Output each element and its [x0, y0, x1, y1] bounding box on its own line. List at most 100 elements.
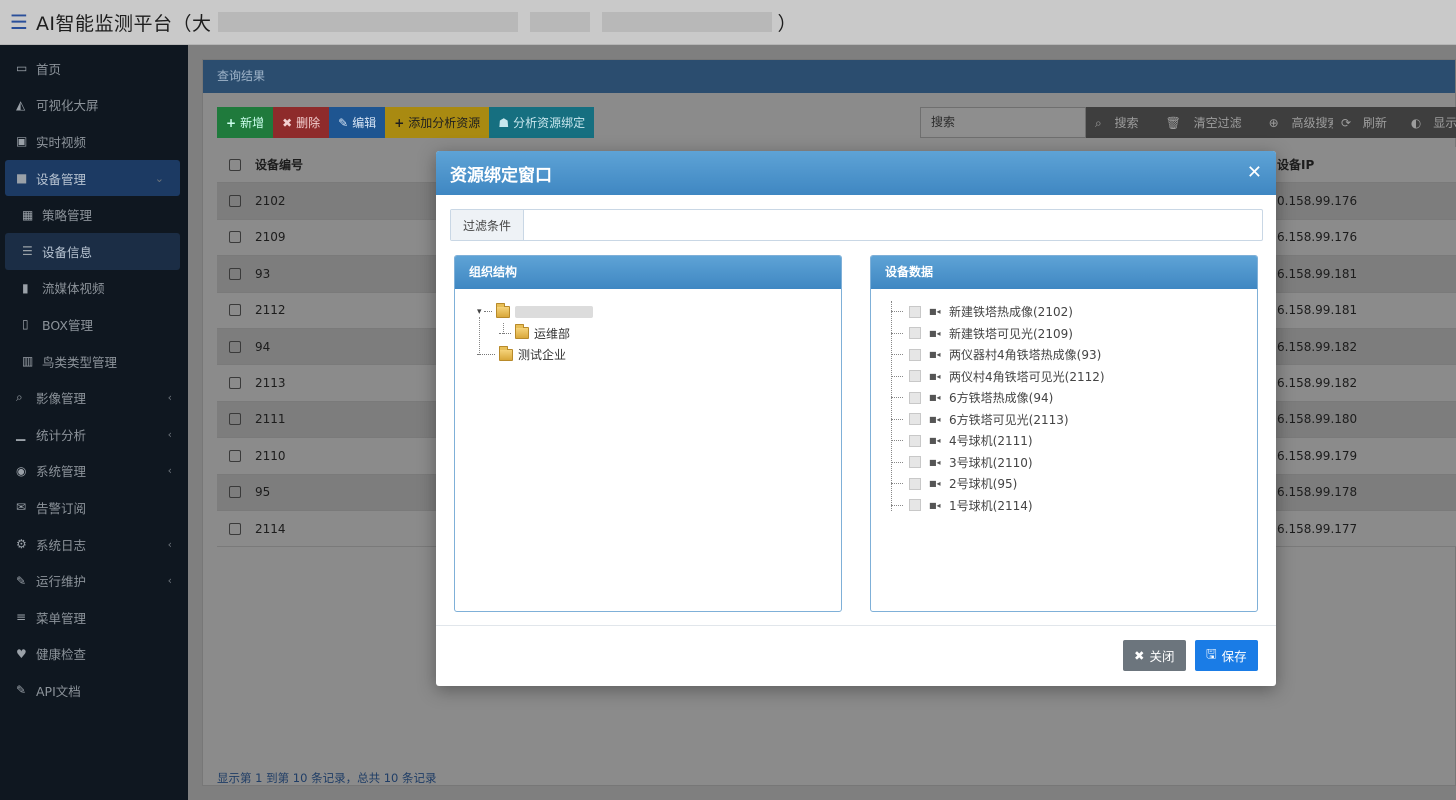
sidebar-item-label: BOX管理	[42, 317, 93, 333]
toolbar: + 新增 ✖ 删除 ✎ 编辑 + 添加分析资源 ☗ 分析资源绑定	[217, 107, 595, 138]
hamburger-menu-icon[interactable]: ☰	[10, 10, 28, 34]
close-button[interactable]: ✖ 关闭	[1123, 640, 1186, 671]
sidebar-item[interactable]: ⌕ 影像管理 ‹	[0, 379, 188, 416]
video-camera-icon: ■	[16, 171, 28, 186]
sidebar-item[interactable]: ▦ 策略管理	[0, 196, 188, 233]
filter-input[interactable]	[524, 210, 1262, 240]
device-item[interactable]: ■◂ 两仪村4角铁塔可见光(2112)	[871, 366, 1257, 388]
device-item[interactable]: ■◂ 3号球机(2110)	[871, 452, 1257, 474]
bind-resource-button[interactable]: ☗ 分析资源绑定	[489, 107, 595, 138]
cell-device-ip: 0.158.99.176	[1277, 194, 1358, 209]
row-checkbox[interactable]	[229, 449, 241, 462]
device-item[interactable]: ■◂ 两仪器村4角铁塔热成像(93)	[871, 344, 1257, 366]
sidebar-item[interactable]: ▁ 统计分析 ‹	[0, 416, 188, 453]
org-node-ops[interactable]: 运维部	[477, 322, 841, 345]
sidebar-item[interactable]: ✉ 告警订阅	[0, 489, 188, 526]
org-node-root[interactable]: ▾	[477, 301, 841, 323]
sidebar-item[interactable]: ◉ 系统管理 ‹	[0, 453, 188, 490]
sidebar-item-label: 系统管理	[36, 464, 87, 480]
folder-icon	[515, 324, 529, 340]
cell-device-no: 2113	[255, 376, 286, 391]
box-icon: ▯	[22, 317, 29, 332]
device-item[interactable]: ■◂ 4号球机(2111)	[871, 430, 1257, 452]
video-camera-icon: ■◂	[929, 307, 941, 317]
device-checkbox[interactable]	[909, 391, 921, 404]
search-button[interactable]: ⌕ 搜索	[1086, 114, 1157, 131]
video-camera-icon: ■◂	[929, 371, 941, 381]
cell-device-no: 95	[255, 485, 271, 500]
row-checkbox[interactable]	[229, 340, 241, 353]
sidebar-item[interactable]: ◭ 可视化大屏	[0, 87, 188, 124]
sidebar-item[interactable]: ▮ 流媒体视频	[0, 270, 188, 307]
select-all-checkbox[interactable]	[229, 158, 241, 171]
device-item[interactable]: ■◂ 6方铁塔热成像(94)	[871, 387, 1257, 409]
col-header-device-ip[interactable]: 设备IP	[1277, 156, 1314, 173]
device-label: 新建铁塔可见光(2109)	[949, 326, 1073, 341]
device-checkbox[interactable]	[909, 477, 921, 490]
sidebar-item[interactable]: ▣ 实时视频	[0, 123, 188, 160]
row-checkbox[interactable]	[229, 304, 241, 317]
sidebar-item-label: 健康检查	[36, 647, 87, 663]
clear-filter-button[interactable]: 🗑 清空过滤	[1157, 114, 1260, 131]
cell-device-ip: 6.158.99.181	[1277, 303, 1358, 318]
sidebar-item[interactable]: ✎ API文档	[0, 672, 188, 709]
redacted-org-name	[514, 305, 593, 318]
device-item[interactable]: ■◂ 1号球机(2114)	[871, 495, 1257, 517]
chevron-icon: ‹	[167, 574, 172, 588]
org-node-test[interactable]: 测试企业	[477, 344, 841, 366]
edit-button[interactable]: ✎ 编辑	[329, 107, 386, 138]
sidebar-item[interactable]: ▥ 鸟类类型管理	[0, 343, 188, 380]
cell-device-no: 2110	[255, 448, 286, 463]
device-label: 新建铁塔热成像(2102)	[949, 305, 1073, 320]
device-label: 6方铁塔热成像(94)	[949, 391, 1054, 406]
row-checkbox[interactable]	[229, 195, 241, 208]
device-checkbox[interactable]	[909, 370, 921, 383]
sidebar-item[interactable]: ▯ BOX管理	[0, 306, 188, 343]
sidebar-item[interactable]: ■ 设备管理 ⌄	[5, 159, 180, 197]
sidebar-item[interactable]: ♥ 健康检查	[0, 636, 188, 673]
chevron-icon: ‹	[167, 427, 172, 441]
device-item[interactable]: ■◂ 新建铁塔热成像(2102)	[871, 301, 1257, 323]
device-checkbox[interactable]	[909, 348, 921, 361]
sidebar-item[interactable]: ▭ 首页	[0, 50, 188, 87]
sidebar-item-label: 告警订阅	[36, 500, 87, 516]
cell-device-ip: 6.158.99.182	[1277, 339, 1358, 354]
row-checkbox[interactable]	[229, 486, 241, 499]
close-icon[interactable]: ✕	[1247, 162, 1262, 183]
sidebar-item[interactable]: ✎ 运行维护 ‹	[0, 562, 188, 599]
cell-device-ip: 6.158.99.182	[1277, 376, 1358, 391]
device-checkbox[interactable]	[909, 305, 921, 318]
row-checkbox[interactable]	[229, 231, 241, 244]
tree-connector	[891, 375, 903, 377]
cell-device-no: 2112	[255, 303, 286, 318]
device-checkbox[interactable]	[909, 499, 921, 512]
device-item[interactable]: ■◂ 6方铁塔可见光(2113)	[871, 409, 1257, 431]
redacted-title-part	[529, 12, 590, 32]
cogs-icon: ⚙	[16, 537, 27, 552]
add-button[interactable]: + 新增	[217, 107, 274, 138]
col-header-device-no[interactable]: 设备编号	[255, 156, 435, 173]
show-columns-button[interactable]: ◐ 显示	[1403, 114, 1456, 131]
row-checkbox[interactable]	[229, 522, 241, 535]
add-resource-button[interactable]: + 添加分析资源	[385, 107, 490, 138]
sidebar-item[interactable]: ⚙ 系统日志 ‹	[0, 526, 188, 563]
device-checkbox[interactable]	[909, 434, 921, 447]
row-checkbox[interactable]	[229, 413, 241, 426]
sidebar-item[interactable]: ≡ 菜单管理	[0, 599, 188, 636]
chevron-icon: ‹	[167, 391, 172, 405]
device-checkbox[interactable]	[909, 456, 921, 469]
delete-button[interactable]: ✖ 删除	[273, 107, 330, 138]
sidebar-item-label: 设备管理	[36, 171, 87, 187]
row-checkbox[interactable]	[229, 267, 241, 280]
save-button[interactable]: 🖫 保存	[1195, 640, 1258, 671]
refresh-button[interactable]: ⟳ 刷新	[1333, 114, 1403, 131]
device-checkbox[interactable]	[909, 413, 921, 426]
device-item[interactable]: ■◂ 2号球机(95)	[871, 473, 1257, 495]
sidebar-item[interactable]: ☰ 设备信息	[5, 232, 180, 270]
device-label: 2号球机(95)	[949, 477, 1018, 492]
search-input[interactable]: 搜索	[920, 107, 1086, 138]
row-checkbox[interactable]	[229, 377, 241, 390]
device-checkbox[interactable]	[909, 327, 921, 340]
device-item[interactable]: ■◂ 新建铁塔可见光(2109)	[871, 323, 1257, 345]
collapse-icon[interactable]: ▾	[477, 307, 482, 317]
